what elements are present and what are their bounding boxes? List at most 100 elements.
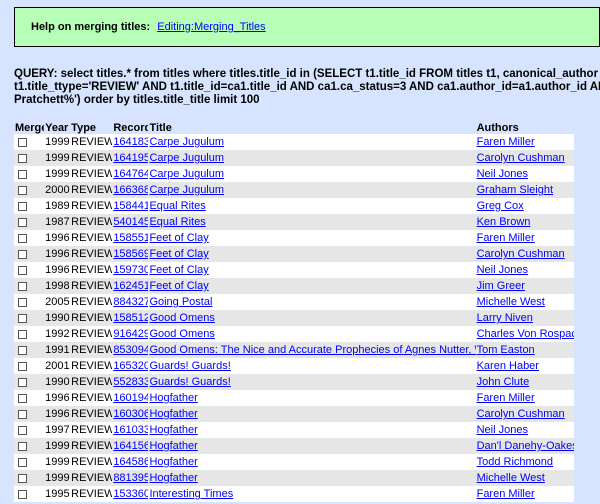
title-link[interactable]: Carpe Jugulum <box>149 136 224 148</box>
record-link[interactable]: 164156 <box>113 440 148 452</box>
title-cell: Feet of Clay <box>148 246 476 262</box>
author-link[interactable]: Michelle West <box>477 472 545 484</box>
record-link[interactable]: 552833 <box>113 376 148 388</box>
title-link[interactable]: Good Omens: The Nice and Accurate Prophe… <box>149 344 475 356</box>
title-link[interactable]: Carpe Jugulum <box>149 152 224 164</box>
author-link[interactable]: Neil Jones <box>477 424 528 436</box>
merge-checkbox[interactable] <box>18 409 27 419</box>
record-link[interactable]: 158441 <box>113 200 148 212</box>
merge-checkbox[interactable] <box>18 393 27 403</box>
title-link[interactable]: Guards! Guards! <box>149 376 230 388</box>
author-link[interactable]: Jim Greer <box>477 280 525 292</box>
title-link[interactable]: Interesting Times <box>149 488 233 500</box>
merge-checkbox[interactable] <box>18 169 27 179</box>
merge-checkbox[interactable] <box>18 441 27 451</box>
help-link[interactable]: Editing:Merging_Titles <box>157 21 265 33</box>
record-link[interactable]: 881395 <box>113 472 148 484</box>
title-link[interactable]: Equal Rites <box>149 216 205 228</box>
author-link[interactable]: Michelle West <box>477 296 545 308</box>
merge-checkbox[interactable] <box>18 281 27 291</box>
merge-checkbox[interactable] <box>18 265 27 275</box>
title-cell: Equal Rites <box>148 214 476 230</box>
record-link[interactable]: 153360 <box>113 488 148 500</box>
merge-checkbox[interactable] <box>18 329 27 339</box>
title-link[interactable]: Carpe Jugulum <box>149 168 224 180</box>
title-link[interactable]: Feet of Clay <box>149 280 208 292</box>
title-link[interactable]: Good Omens <box>149 312 214 324</box>
merge-checkbox[interactable] <box>18 361 27 371</box>
title-link[interactable]: Feet of Clay <box>149 264 208 276</box>
merge-checkbox[interactable] <box>18 137 27 147</box>
author-link[interactable]: Karen Haber <box>477 360 539 372</box>
author-link[interactable]: Ken Brown <box>477 216 531 228</box>
title-cell: Hogfather <box>148 454 476 470</box>
merge-checkbox[interactable] <box>18 425 27 435</box>
title-link[interactable]: Guards! Guards! <box>149 360 230 372</box>
record-link[interactable]: 161033 <box>113 424 148 436</box>
type-cell: REVIEW <box>70 230 113 246</box>
author-link[interactable]: Neil Jones <box>477 264 528 276</box>
record-link[interactable]: 160194 <box>113 392 148 404</box>
record-link[interactable]: 160306 <box>113 408 148 420</box>
type-cell: REVIEW <box>70 310 113 326</box>
record-link[interactable]: 853094 <box>113 344 148 356</box>
title-link[interactable]: Hogfather <box>149 472 197 484</box>
record-link[interactable]: 159730 <box>113 264 148 276</box>
author-link[interactable]: Faren Miller <box>477 488 535 500</box>
author-link[interactable]: Charles Von Rospach <box>477 328 574 340</box>
merge-checkbox[interactable] <box>18 473 27 483</box>
author-link[interactable]: Dan'l Danehy-Oakes <box>477 440 574 452</box>
author-link[interactable]: Todd Richmond <box>477 456 553 468</box>
merge-checkbox[interactable] <box>18 153 27 163</box>
author-link[interactable]: Carolyn Cushman <box>477 152 565 164</box>
merge-checkbox[interactable] <box>18 249 27 259</box>
title-link[interactable]: Hogfather <box>149 424 197 436</box>
title-link[interactable]: Feet of Clay <box>149 232 208 244</box>
author-link[interactable]: Faren Miller <box>477 136 535 148</box>
merge-checkbox[interactable] <box>18 185 27 195</box>
record-link[interactable]: 916429 <box>113 328 148 340</box>
merge-checkbox[interactable] <box>18 201 27 211</box>
record-link[interactable]: 158551 <box>113 232 148 244</box>
record-link[interactable]: 165320 <box>113 360 148 372</box>
author-link[interactable]: Tom Easton <box>477 344 535 356</box>
author-link[interactable]: Carolyn Cushman <box>477 248 565 260</box>
merge-checkbox[interactable] <box>18 217 27 227</box>
author-link[interactable]: Graham Sleight <box>477 184 553 196</box>
merge-checkbox[interactable] <box>18 489 27 499</box>
author-link[interactable]: John Clute <box>477 376 530 388</box>
merge-checkbox[interactable] <box>18 313 27 323</box>
record-link[interactable]: 164195 <box>113 152 148 164</box>
author-link[interactable]: Larry Niven <box>477 312 533 324</box>
record-link[interactable]: 158512 <box>113 312 148 324</box>
record-link[interactable]: 164586 <box>113 456 148 468</box>
author-link[interactable]: Neil Jones <box>477 168 528 180</box>
title-link[interactable]: Good Omens <box>149 328 214 340</box>
title-link[interactable]: Carpe Jugulum <box>149 184 224 196</box>
title-link[interactable]: Equal Rites <box>149 200 205 212</box>
author-link[interactable]: Faren Miller <box>477 392 535 404</box>
record-link[interactable]: 158569 <box>113 248 148 260</box>
merge-checkbox[interactable] <box>18 297 27 307</box>
title-link[interactable]: Hogfather <box>149 392 197 404</box>
record-link[interactable]: 164183 <box>113 136 148 148</box>
title-link[interactable]: Going Postal <box>149 296 212 308</box>
author-link[interactable]: Greg Cox <box>477 200 524 212</box>
merge-checkbox[interactable] <box>18 233 27 243</box>
merge-cell <box>14 150 45 166</box>
merge-checkbox[interactable] <box>18 457 27 467</box>
merge-checkbox[interactable] <box>18 377 27 387</box>
title-link[interactable]: Hogfather <box>149 440 197 452</box>
record-link[interactable]: 162451 <box>113 280 148 292</box>
record-link[interactable]: 884327 <box>113 296 148 308</box>
title-link[interactable]: Hogfather <box>149 456 197 468</box>
author-link[interactable]: Carolyn Cushman <box>477 408 565 420</box>
type-cell: REVIEW <box>70 358 113 374</box>
record-link[interactable]: 166368 <box>113 184 148 196</box>
record-link[interactable]: 164764 <box>113 168 148 180</box>
merge-checkbox[interactable] <box>18 345 27 355</box>
title-link[interactable]: Feet of Clay <box>149 248 208 260</box>
author-link[interactable]: Faren Miller <box>477 232 535 244</box>
title-link[interactable]: Hogfather <box>149 408 197 420</box>
record-link[interactable]: 540145 <box>113 216 148 228</box>
